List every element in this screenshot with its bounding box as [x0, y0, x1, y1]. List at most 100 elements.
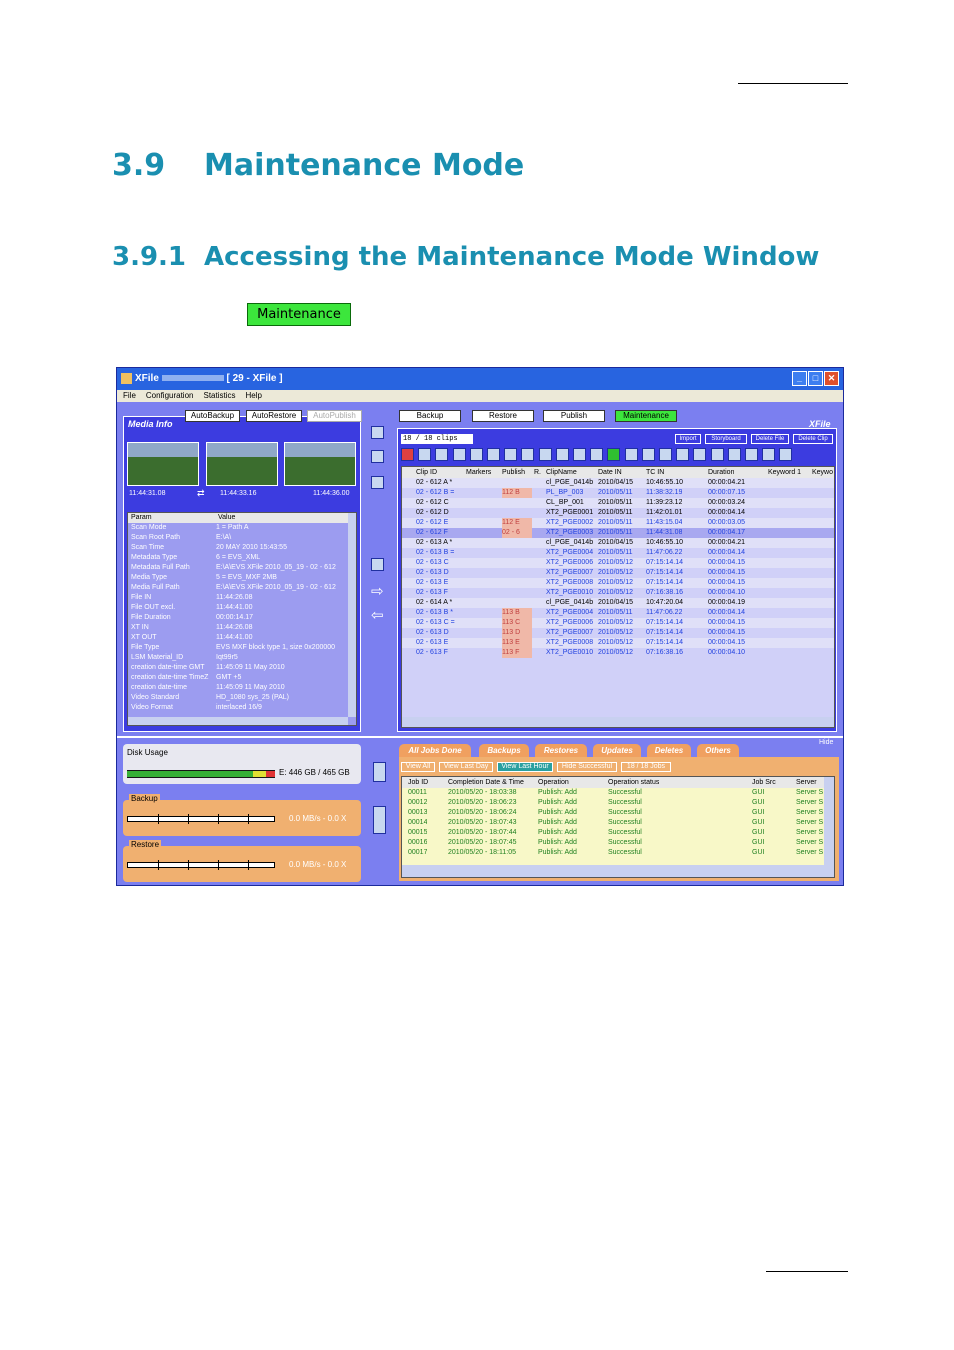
- job-filter[interactable]: View Last Day: [439, 762, 493, 772]
- clip-row[interactable]: 02 - 613 D XT2_PGE0007 2010/05/12 07:15:14.…: [402, 568, 834, 578]
- clip-row[interactable]: 02 - 612 C CL_BP_001 2010/05/11 11:39:23.12…: [402, 498, 834, 508]
- clip-tool-icon[interactable]: [401, 448, 414, 461]
- clip-row[interactable]: 02 - 613 B * 113 B XT2_PGE0004 2010/05/11 11…: [402, 608, 834, 618]
- backup-button[interactable]: Backup: [399, 410, 461, 422]
- delete-file-button[interactable]: Delete File: [751, 434, 789, 444]
- job-filter[interactable]: 18 / 18 Jobs: [621, 762, 671, 772]
- clip-col-header[interactable]: ClipName: [546, 467, 577, 478]
- clip-col-header[interactable]: TC IN: [646, 467, 664, 478]
- clip-row[interactable]: 02 - 612 E 112 E XT2_PGE0002 2010/05/11 11:4…: [402, 518, 834, 528]
- disk-icon[interactable]: [371, 450, 384, 463]
- job-col-header[interactable]: Completion Date & Time: [448, 777, 524, 788]
- refresh-icon[interactable]: [371, 426, 384, 439]
- job-row[interactable]: 00015 2010/05/20 - 18:07:44 Publish: Add Su…: [402, 828, 834, 838]
- clip-row[interactable]: 02 - 613 F 113 F XT2_PGE0010 2010/05/12 07:1…: [402, 648, 834, 658]
- clip-row[interactable]: 02 - 613 D 113 D XT2_PGE0007 2010/05/12 07:1…: [402, 628, 834, 638]
- clip-tool-icon[interactable]: [676, 448, 690, 461]
- clip-row[interactable]: 02 - 613 F XT2_PGE0010 2010/05/12 07:16:38.…: [402, 588, 834, 598]
- clip-tool-icon[interactable]: [487, 448, 500, 461]
- menu-configuration[interactable]: Configuration: [146, 391, 194, 400]
- clip-hscrollbar[interactable]: [402, 717, 834, 727]
- clip-row[interactable]: 02 - 612 A * cl_PGE_0414b 2010/04/15 10:46:…: [402, 478, 834, 488]
- clip-col-header[interactable]: Keywo: [812, 467, 833, 478]
- job-row[interactable]: 00012 2010/05/20 - 18:06:23 Publish: Add Su…: [402, 798, 834, 808]
- job-row[interactable]: 00014 2010/05/20 - 18:07:43 Publish: Add Su…: [402, 818, 834, 828]
- clip-col-header[interactable]: Markers: [466, 467, 491, 478]
- menu-help[interactable]: Help: [246, 391, 262, 400]
- media-info-tab[interactable]: Media Info: [128, 419, 173, 429]
- maintenance-button[interactable]: Maintenance: [247, 303, 351, 326]
- job-col-header[interactable]: Operation: [538, 777, 569, 788]
- clip-tool-icon[interactable]: [555, 448, 569, 461]
- clip-row[interactable]: 02 - 612 D XT2_PGE0001 2010/05/11 11:42:01.…: [402, 508, 834, 518]
- job-col-header[interactable]: Job ID: [408, 777, 428, 788]
- job-hscrollbar[interactable]: [402, 865, 834, 877]
- job-row[interactable]: 00013 2010/05/20 - 18:06:24 Publish: Add Su…: [402, 808, 834, 818]
- list-icon[interactable]: [371, 476, 384, 489]
- clip-col-header[interactable]: Publish: [502, 467, 525, 478]
- clip-tool-icon[interactable]: [521, 448, 535, 461]
- job-tab[interactable]: Deletes: [647, 744, 691, 757]
- restore-button[interactable]: Restore: [472, 410, 534, 422]
- clip-tool-icon[interactable]: [435, 448, 449, 461]
- job-filter[interactable]: View All: [401, 762, 435, 772]
- job-row[interactable]: 00016 2010/05/20 - 18:07:45 Publish: Add Su…: [402, 838, 834, 848]
- clip-tool-icon[interactable]: [762, 448, 776, 461]
- clip-tool-icon[interactable]: [624, 448, 638, 461]
- clip-tool-icon[interactable]: [573, 448, 586, 461]
- autorestore-button[interactable]: AutoRestore: [246, 410, 302, 422]
- minimize-icon[interactable]: _: [792, 371, 807, 386]
- clear-jobs-icon[interactable]: [373, 806, 386, 834]
- clip-row[interactable]: 02 - 613 B = XT2_PGE0004 2010/05/11 11:47:0…: [402, 548, 834, 558]
- import-button[interactable]: Import: [675, 434, 701, 444]
- job-col-header[interactable]: Job Src: [752, 777, 776, 788]
- clip-tool-icon[interactable]: [452, 448, 466, 461]
- param-hscrollbar[interactable]: [128, 717, 348, 725]
- arrow-left-icon[interactable]: ⇦: [371, 606, 384, 624]
- clip-tool-icon[interactable]: [469, 448, 483, 461]
- clip-tool-icon[interactable]: [659, 448, 672, 461]
- job-col-header[interactable]: Operation status: [608, 777, 659, 788]
- clip-row[interactable]: 02 - 613 E XT2_PGE0008 2010/05/12 07:15:14.…: [402, 578, 834, 588]
- clip-row[interactable]: 02 - 613 C XT2_PGE0006 2010/05/12 07:15:14.…: [402, 558, 834, 568]
- loop-icon[interactable]: ⇄: [197, 488, 205, 499]
- clip-row[interactable]: 02 - 613 E 113 E XT2_PGE0008 2010/05/12 07:1…: [402, 638, 834, 648]
- clip-row[interactable]: 02 - 613 A * cl_PGE_0414b 2010/04/15 10:46:…: [402, 538, 834, 548]
- clip-tool-icon[interactable]: [504, 448, 518, 461]
- menu-statistics[interactable]: Statistics: [203, 391, 235, 400]
- job-tab[interactable]: Updates: [593, 744, 641, 757]
- storyboard-button[interactable]: Storyboard: [705, 434, 747, 444]
- maximize-icon[interactable]: □: [808, 371, 823, 386]
- job-tab[interactable]: Restores: [535, 744, 587, 757]
- xfile-tab[interactable]: XFile: [809, 419, 831, 429]
- job-row[interactable]: 00017 2010/05/20 - 18:11:05 Publish: Add Su…: [402, 848, 834, 858]
- clip-tool-icon[interactable]: [590, 448, 604, 461]
- clip-tool-icon[interactable]: [607, 448, 621, 461]
- autobackup-button[interactable]: AutoBackup: [185, 410, 240, 422]
- job-col-header[interactable]: Server: [796, 777, 817, 788]
- clip-tool-icon[interactable]: [779, 448, 793, 461]
- clip-tool-icon[interactable]: [745, 448, 758, 461]
- clip-col-header[interactable]: Keyword 1: [768, 467, 801, 478]
- job-tab[interactable]: Others: [697, 744, 739, 757]
- hide-label[interactable]: Hide: [819, 739, 833, 746]
- clip-tool-icon[interactable]: [727, 448, 741, 461]
- publish-button[interactable]: Publish: [543, 410, 605, 422]
- param-scrollbar[interactable]: [348, 513, 356, 717]
- refresh-jobs-icon[interactable]: [373, 762, 386, 782]
- clip-col-header[interactable]: Duration: [708, 467, 734, 478]
- arrow-right-icon[interactable]: ⇨: [371, 582, 384, 600]
- close-icon[interactable]: ✕: [824, 371, 839, 386]
- clip-row[interactable]: 02 - 612 F 02 - 6 XT2_PGE0003 2010/05/11 11:…: [402, 528, 834, 538]
- clip-row[interactable]: 02 - 614 A * cl_PGE_0414b 2010/04/15 10:47:…: [402, 598, 834, 608]
- job-scrollbar[interactable]: [824, 777, 834, 865]
- check-icon[interactable]: [371, 558, 384, 571]
- delete-clip-button[interactable]: Delete Clip: [793, 434, 833, 444]
- clip-col-header[interactable]: Date IN: [598, 467, 622, 478]
- job-tab[interactable]: All Jobs Done: [399, 744, 471, 757]
- menu-file[interactable]: File: [123, 391, 136, 400]
- clip-tool-icon[interactable]: [693, 448, 707, 461]
- clip-col-header[interactable]: Clip ID: [416, 467, 437, 478]
- clip-tool-icon[interactable]: [538, 448, 552, 461]
- clip-row[interactable]: 02 - 612 B = 112 B PL_BP_003 2010/05/11 11:3…: [402, 488, 834, 498]
